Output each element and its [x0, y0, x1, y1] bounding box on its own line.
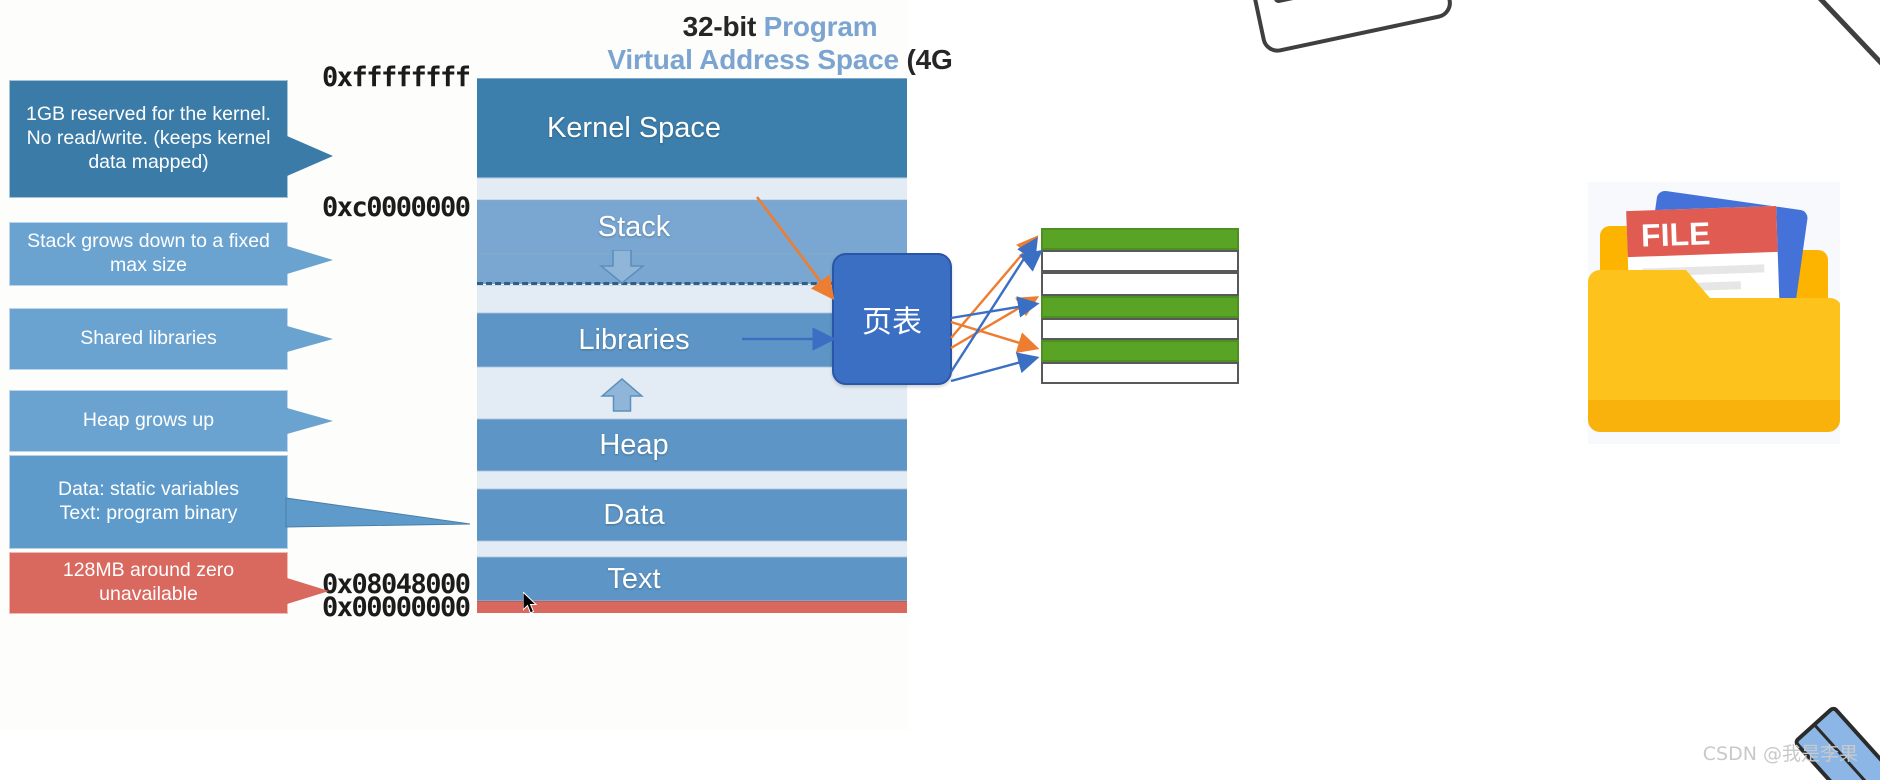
- file-banner-label: FILE: [1640, 215, 1711, 253]
- frame-row: [1041, 318, 1239, 340]
- memory-band-heap-label: Heap: [599, 428, 669, 461]
- frame-row: [1041, 228, 1239, 250]
- callout-zero-tail: [287, 578, 329, 604]
- slide-canvas: 32-bit Program Virtual Address Space (4G…: [0, 0, 1880, 780]
- frame-row: [1041, 250, 1239, 272]
- memory-band-kernel: Kernel Space: [477, 78, 907, 178]
- arrow-frame-tick: [1019, 249, 1043, 272]
- page-title: 32-bit Program Virtual Address Space (4G: [560, 10, 1000, 76]
- arrow-pagetable-to-frame-6b: [950, 352, 1040, 383]
- mouse-cursor-icon: [523, 592, 538, 614]
- callout-kernel-note-text: 1GB reserved for the kernel. No read/wri…: [26, 103, 271, 173]
- callout-datatext-note: Data: static variables Text: program bina…: [9, 455, 288, 549]
- callout-stack-note-text: Stack grows down to a fixed max size: [27, 230, 270, 276]
- address-label-kernel: 0xc0000000: [322, 192, 471, 223]
- callout-heap-note-text: Heap grows up: [82, 409, 215, 432]
- callout-libs-tail: [287, 326, 333, 352]
- callout-kernel-tail: [287, 136, 333, 176]
- callout-datatext-note-text: Data: static variables Text: program bina…: [58, 478, 239, 524]
- memory-band-text-label: Text: [607, 562, 661, 595]
- memory-band-stack: Stack: [477, 200, 907, 254]
- frame-row: [1041, 296, 1239, 318]
- callout-zero-note-text: 128MB around zero unavailable: [62, 559, 235, 605]
- frame-row: [1041, 340, 1239, 362]
- file-folder-icon: FILE: [1588, 182, 1840, 444]
- memory-band-data-label: Data: [603, 498, 665, 531]
- memory-band-reserved: [477, 601, 907, 613]
- arrow-pagetable-to-frame-0: [950, 235, 1039, 339]
- csdn-watermark: CSDN @我是李果: [1702, 743, 1858, 765]
- heap-up-arrow-icon: [600, 378, 644, 412]
- arrow-pagetable-to-frame-5: [950, 320, 1040, 354]
- callout-zero-note: 128MB around zero unavailable: [9, 552, 288, 614]
- callout-libs-note-text: Shared libraries: [80, 327, 217, 350]
- arrow-pagetable-to-frame-3: [950, 296, 1040, 350]
- frame-row: [1041, 362, 1239, 384]
- physical-memory-frames: [1041, 228, 1239, 384]
- page-title-line2-blue: Virtual Address Space: [607, 44, 899, 76]
- address-label-top: 0xffffffff: [322, 62, 471, 93]
- callout-libs-note: Shared libraries: [9, 308, 288, 370]
- page-title-line2-dark: (4G: [898, 44, 953, 76]
- callout-heap-note: Heap grows up: [9, 390, 288, 452]
- callout-stack-note: Stack grows down to a fixed max size: [9, 222, 288, 286]
- address-label-zero: 0x00000000: [322, 592, 471, 623]
- frame-row: [1041, 272, 1239, 296]
- page-table-label: 页表: [862, 305, 922, 340]
- memory-band-gap1: [477, 178, 907, 200]
- page-table-box[interactable]: 页表: [832, 253, 952, 385]
- memory-band-libraries-label: Libraries: [578, 323, 690, 356]
- page-title-line2: Virtual Address Space (4G: [560, 43, 1000, 76]
- memory-band-data: Data: [477, 489, 907, 541]
- callout-kernel-note: 1GB reserved for the kernel. No read/wri…: [9, 80, 288, 198]
- callout-heap-tail: [287, 408, 333, 434]
- memory-band-gap5: [477, 541, 907, 557]
- page-title-line1-blue: Program: [763, 11, 878, 42]
- memory-band-stack-label: Stack: [597, 210, 671, 243]
- page-title-line1-dark: 32-bit: [682, 11, 764, 42]
- callout-stack-tail: [287, 246, 333, 274]
- arrow-pagetable-to-frame-0b: [949, 236, 1038, 373]
- memory-band-kernel-label: Kernel Space: [546, 111, 722, 144]
- memory-band-heap: Heap: [477, 419, 907, 471]
- arrow-pagetable-to-frame-3b: [950, 296, 1040, 320]
- memory-band-gap4: [477, 471, 907, 489]
- stack-down-arrow-icon: [599, 250, 645, 284]
- memory-band-text: Text: [477, 557, 907, 601]
- page-title-line1: 32-bit Program: [560, 10, 1000, 43]
